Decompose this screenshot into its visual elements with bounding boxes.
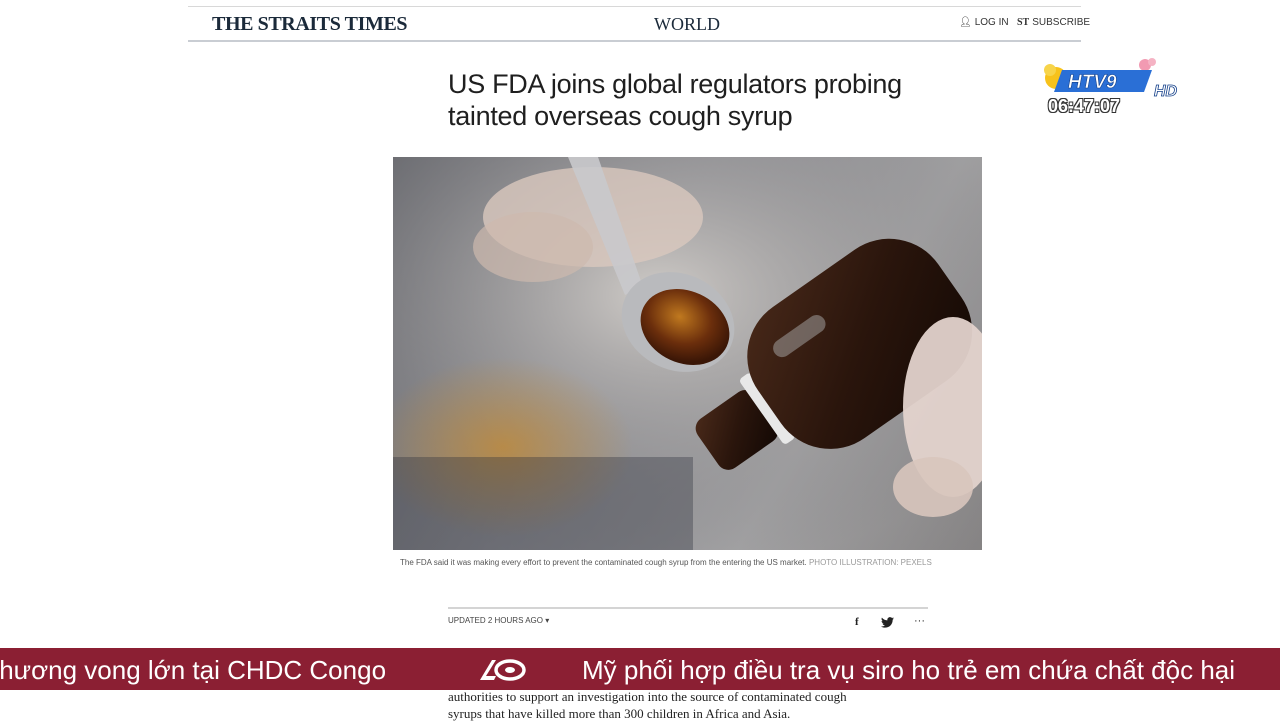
twitter-icon — [881, 617, 894, 628]
divider — [448, 607, 928, 609]
more-icon: ··· — [914, 615, 925, 627]
article-body: authorities to support an investigation … — [448, 688, 928, 722]
cough-syrup-photo — [393, 157, 982, 550]
headline-line-2: tainted overseas cough syrup — [448, 101, 793, 131]
channel-name: HTV9 — [1068, 72, 1117, 93]
article-hero-image — [393, 157, 982, 550]
user-icon: 👤︎ — [959, 17, 972, 28]
caption-text: The FDA said it was making every effort … — [400, 558, 807, 567]
image-caption: The FDA said it was making every effort … — [400, 557, 960, 568]
facebook-icon: f — [855, 616, 859, 628]
site-header: THE STRAITS TIMES WORLD 👤︎ LOG IN ST SUBSC… — [188, 6, 1090, 42]
site-logo[interactable]: THE STRAITS TIMES — [212, 13, 408, 36]
login-label: LOG IN — [974, 17, 1009, 28]
updated-timestamp[interactable]: UPDATED 2 HOURS AGO ▾ — [448, 616, 549, 625]
anniversary-badge-icon — [480, 659, 526, 681]
news-ticker: thương vong lớn tại CHDC Congo Mỹ phối h… — [0, 648, 1280, 690]
chevron-down-icon: ▾ — [545, 616, 550, 625]
twitter-share-button[interactable] — [881, 617, 894, 631]
hd-label: HD — [1154, 83, 1178, 100]
login-link[interactable]: 👤︎ LOG IN — [959, 17, 1009, 28]
subscribe-link[interactable]: ST SUBSCRIBE — [1017, 17, 1090, 28]
body-line-2: syrups that have killed more than 300 ch… — [448, 706, 791, 721]
facebook-share-button[interactable]: f — [855, 616, 859, 628]
ticker-current-headline: Mỹ phối hợp điều tra vụ siro ho trẻ em c… — [582, 655, 1236, 685]
st-icon: ST — [1017, 17, 1030, 28]
caption-credit: PHOTO ILLUSTRATION: PEXELS — [808, 558, 932, 567]
headline-line-1: US FDA joins global regulators probing — [448, 69, 902, 99]
section-title[interactable]: WORLD — [654, 14, 720, 35]
subscribe-label: SUBSCRIBE — [1032, 17, 1091, 28]
updated-label: UPDATED 2 HOURS AGO — [448, 616, 543, 625]
body-line-1: authorities to support an investigation … — [448, 689, 847, 704]
article-headline: US FDA joins global regulators probing t… — [448, 68, 968, 132]
ticker-previous-headline: thương vong lớn tại CHDC Congo — [0, 655, 387, 685]
more-options-button[interactable]: ··· — [914, 615, 925, 627]
broadcast-clock: 06:47:07 — [1048, 96, 1121, 116]
